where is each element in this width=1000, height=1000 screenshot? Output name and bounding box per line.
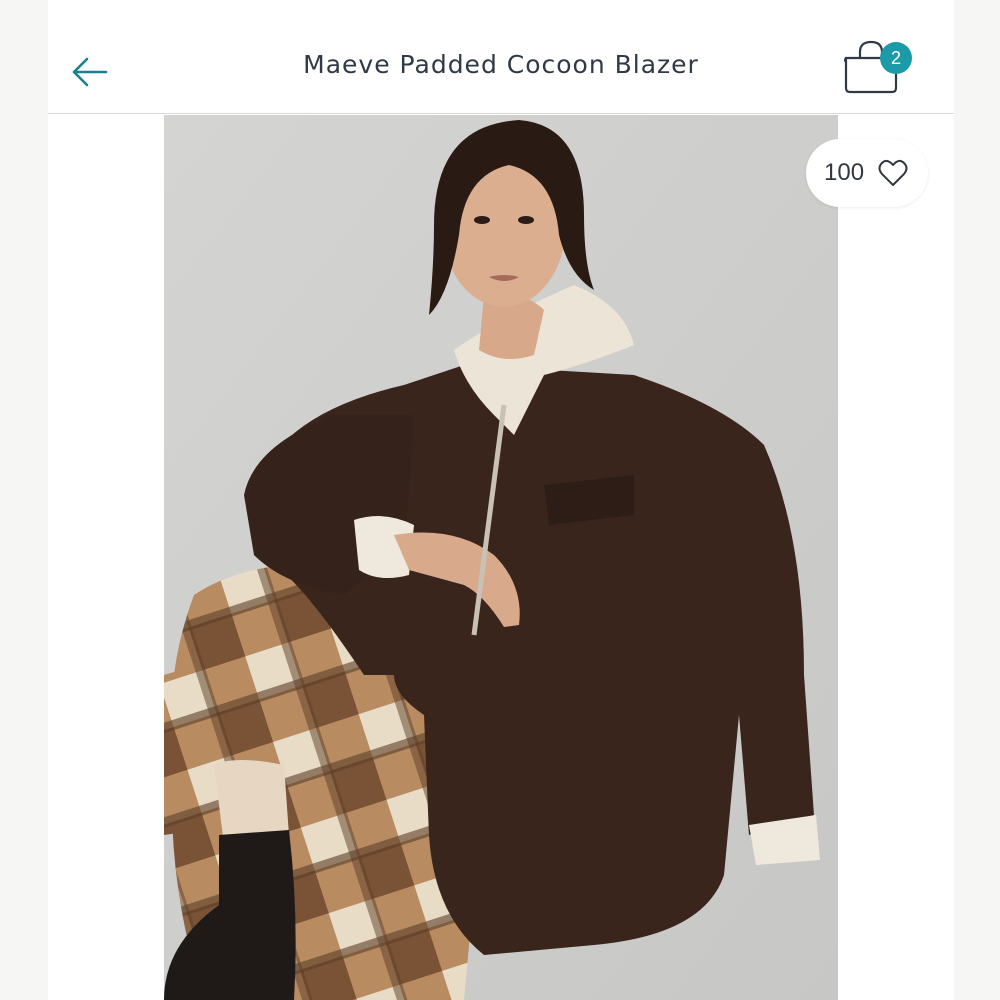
- favorite-count: 100: [824, 159, 865, 186]
- app-window: Maeve Padded Cocoon Blazer 2 100: [48, 0, 954, 1000]
- top-bar: Maeve Padded Cocoon Blazer 2: [48, 0, 954, 114]
- model-wearing-blazer-illustration: [164, 115, 838, 1000]
- product-image: [164, 115, 838, 1000]
- favorite-button[interactable]: 100: [806, 139, 928, 207]
- page-title: Maeve Padded Cocoon Blazer: [303, 50, 699, 79]
- cart-count-badge: 2: [880, 42, 912, 74]
- heart-outline-icon: [878, 159, 908, 186]
